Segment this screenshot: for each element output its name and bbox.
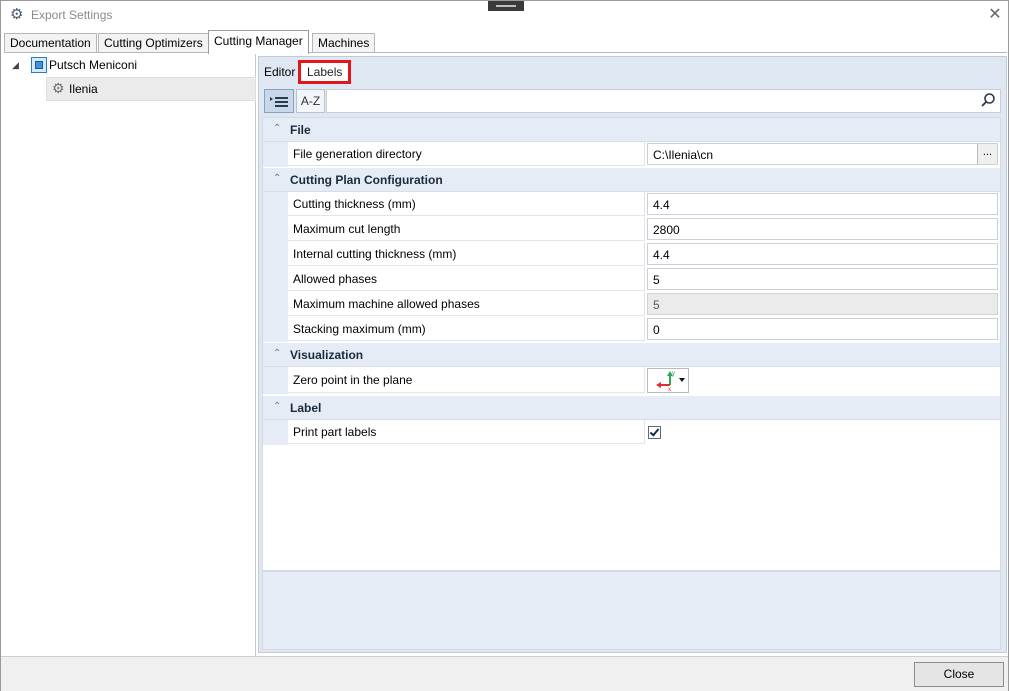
category-title: File [290,123,311,137]
property-name: Maximum cut length [288,217,645,241]
property-name: Zero point in the plane [288,367,645,393]
machine-gear-icon: ⚙ [52,80,65,96]
close-window-icon[interactable]: ✕ [985,5,1005,25]
subtab-editor[interactable]: Editor [262,63,297,81]
tab-machines[interactable]: Machines [312,33,376,53]
property-name: Cutting thickness (mm) [288,192,645,216]
row-gutter [263,420,288,445]
svg-text:y: y [672,371,675,377]
gear-icon: ⚙ [10,6,24,23]
property-row: Zero point in the plane x y [263,367,1000,394]
row-gutter [263,292,288,317]
category-title: Visualization [290,348,364,362]
collapse-chevron-icon[interactable]: ⌃ [273,401,281,412]
machine-allowed-phases-field: 5 [647,293,998,315]
export-settings-window: ⚙ Export Settings ✕ Documentation Cuttin… [0,0,1009,691]
property-name: Print part labels [288,420,645,444]
print-labels-checkbox[interactable] [648,426,661,439]
row-gutter [263,317,288,342]
browse-button[interactable]: ... [977,144,997,164]
tree-root-item[interactable]: Putsch Meniconi [49,58,137,72]
categorized-view-button[interactable] [264,89,294,113]
category-title: Cutting Plan Configuration [290,173,443,187]
row-gutter [263,192,288,217]
property-name: Maximum machine allowed phases [288,292,645,316]
directory-field[interactable]: C:\Ilenia\cn ... [647,143,998,165]
property-row: Print part labels [263,420,1000,445]
property-row: Cutting thickness (mm) 4.4 [263,192,1000,217]
drag-grip[interactable] [488,1,524,11]
property-name: File generation directory [288,142,645,166]
stacking-maximum-field[interactable]: 0 [647,318,998,340]
svg-text:x: x [668,387,671,392]
row-gutter [263,217,288,242]
property-row: Stacking maximum (mm) 0 [263,317,1000,342]
search-input[interactable] [326,89,1001,113]
maximum-cut-length-field[interactable]: 2800 [647,218,998,240]
category-visualization[interactable]: ⌃ Visualization [263,343,1000,367]
row-gutter [263,142,288,167]
property-row: File generation directory C:\Ilenia\cn .… [263,142,1000,167]
collapse-chevron-icon[interactable]: ⌃ [273,123,281,134]
category-label[interactable]: ⌃ Label [263,396,1000,420]
window-title: Export Settings [31,8,113,22]
allowed-phases-field[interactable]: 5 [647,268,998,290]
zero-point-dropdown[interactable]: x y [647,368,689,393]
categorized-list-icon [270,97,288,107]
property-name: Allowed phases [288,267,645,291]
tree-view: ◢ Putsch Meniconi ⚙ Ilenia [4,53,256,656]
title-bar: ⚙ Export Settings ✕ [1,1,1008,29]
tab-cutting-manager[interactable]: Cutting Manager [208,30,309,54]
category-cutting-plan[interactable]: ⌃ Cutting Plan Configuration [263,168,1000,192]
property-name: Internal cutting thickness (mm) [288,242,645,266]
property-row: Allowed phases 5 [263,267,1000,292]
search-icon [981,93,995,107]
tree-child-label: Ilenia [69,82,98,96]
subtab-labels[interactable]: Labels [297,60,352,84]
tree-item-ilenia[interactable]: ⚙ Ilenia [46,77,256,101]
row-gutter [263,267,288,292]
row-gutter [263,367,288,394]
property-row: Maximum cut length 2800 [263,217,1000,242]
collapse-chevron-icon[interactable]: ⌃ [273,348,281,359]
company-icon [31,57,47,73]
category-title: Label [290,401,322,415]
expand-triangle-icon[interactable]: ◢ [12,60,19,71]
directory-value: C:\Ilenia\cn [653,148,714,162]
property-row: Maximum machine allowed phases 5 [263,292,1000,317]
property-name: Stacking maximum (mm) [288,317,645,341]
dialog-footer: Close [1,656,1008,691]
axis-origin-icon: x y [656,371,685,393]
property-toolbar: A-Z [262,89,1001,113]
tab-documentation[interactable]: Documentation [4,33,97,53]
cutting-thickness-field[interactable]: 4.4 [647,193,998,215]
close-button[interactable]: Close [914,662,1004,687]
description-area [262,571,1001,650]
tab-cutting-optimizers[interactable]: Cutting Optimizers [98,33,209,53]
alphabetical-view-button[interactable]: A-Z [296,89,325,113]
property-grid: ⌃ File File generation directory C:\Ilen… [262,117,1001,571]
category-file[interactable]: ⌃ File [263,118,1000,142]
row-gutter [263,242,288,267]
collapse-chevron-icon[interactable]: ⌃ [273,173,281,184]
properties-panel: Editor Labels A-Z ⌃ File File generation… [258,56,1007,653]
internal-cutting-thickness-field[interactable]: 4.4 [647,243,998,265]
property-row: Internal cutting thickness (mm) 4.4 [263,242,1000,267]
